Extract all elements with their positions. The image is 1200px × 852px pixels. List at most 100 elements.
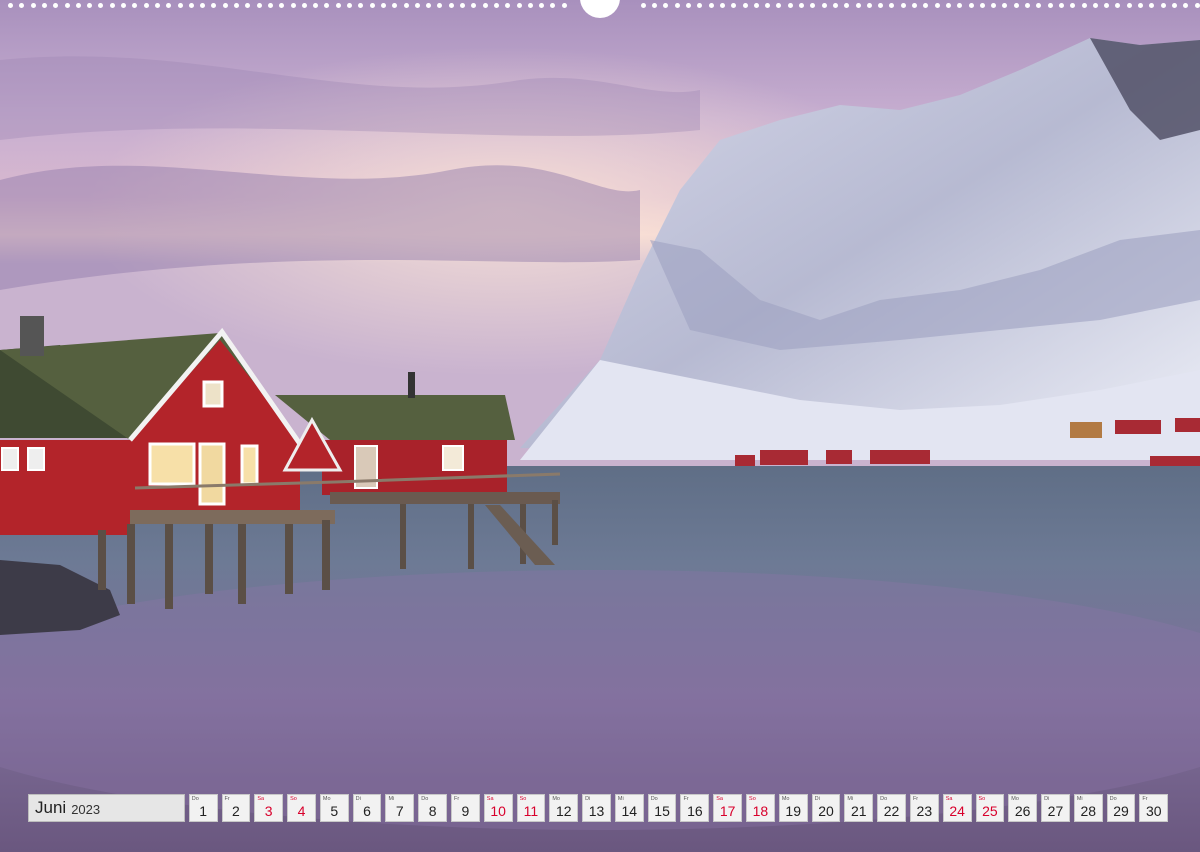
binding-dot — [1070, 3, 1076, 8]
binding-dot — [1171, 3, 1177, 8]
binding-dot — [380, 3, 386, 8]
day-cell: Mo 5 — [319, 794, 349, 822]
binding-dot — [1036, 3, 1042, 8]
day-number: 29 — [1113, 803, 1129, 819]
weekday-label: Fr — [224, 796, 230, 802]
day-number: 20 — [818, 803, 834, 819]
weekday-label: Sa — [945, 796, 953, 802]
weekday-label: Mo — [781, 796, 790, 802]
day-cell: Fr 30 — [1139, 794, 1169, 822]
binding-dot — [1160, 3, 1166, 8]
weekday-label: Mi — [1076, 796, 1083, 802]
binding-dot — [799, 3, 804, 8]
binding-dot — [652, 3, 658, 8]
weekday-label: So — [290, 796, 297, 802]
binding-dot — [561, 3, 567, 8]
binding-dot — [934, 3, 940, 8]
binding-dot — [324, 3, 330, 8]
binding-dot — [347, 3, 352, 8]
binding-dot — [64, 3, 70, 8]
binding-dot — [98, 3, 104, 8]
binding-dot — [437, 3, 443, 8]
binding-dot — [742, 3, 748, 8]
day-cell: Mi 21 — [844, 794, 874, 822]
day-cell: Do 22 — [877, 794, 906, 822]
day-number: 1 — [199, 803, 208, 819]
day-cell: Mi 14 — [614, 794, 644, 822]
binding-dot — [765, 3, 771, 8]
weekday-label: So — [519, 796, 527, 802]
binding-dot — [991, 3, 997, 8]
day-number: 7 — [395, 803, 404, 819]
weekday-label: Mo — [552, 796, 560, 802]
binding-dot — [211, 3, 217, 8]
binding-dot — [335, 3, 341, 8]
binding-dot — [1115, 3, 1121, 8]
binding-dot — [1092, 3, 1098, 8]
binding-dot — [471, 3, 477, 8]
binding-dot — [1013, 3, 1019, 8]
day-number: 16 — [687, 803, 703, 819]
binding-dot — [1194, 3, 1200, 8]
binding-dot — [753, 3, 759, 8]
binding-dot — [109, 3, 115, 8]
binding-dot — [957, 3, 963, 8]
binding-dot — [889, 3, 895, 8]
binding-dot — [550, 3, 556, 8]
day-number: 21 — [850, 803, 867, 819]
day-cell: Sa 3 — [254, 794, 284, 822]
day-number: 17 — [719, 803, 736, 819]
binding-dot — [19, 3, 25, 8]
weekday-label: Di — [355, 796, 361, 802]
binding-dot — [75, 3, 81, 8]
weekday-label: Do — [650, 796, 658, 802]
weekday-label: Fr — [1142, 796, 1148, 802]
weekday-label: Mi — [617, 796, 624, 802]
day-cell: Mo 12 — [549, 794, 579, 822]
day-number: 4 — [297, 803, 306, 819]
day-cell: Di 13 — [582, 794, 611, 822]
day-cell: Di 6 — [352, 794, 382, 822]
day-number: 8 — [428, 803, 437, 819]
binding-dot — [1047, 3, 1053, 8]
binding-dot — [448, 3, 454, 8]
binding-dot — [245, 3, 251, 8]
weekday-label: Mo — [322, 796, 331, 802]
binding-dot — [358, 3, 364, 8]
day-number: 19 — [785, 803, 801, 819]
weekday-label: Do — [880, 796, 888, 802]
binding-dot — [53, 3, 59, 8]
day-number: 14 — [621, 803, 638, 819]
binding-dot — [776, 3, 782, 8]
binding-dot — [866, 3, 872, 8]
binding-dot — [1025, 3, 1030, 8]
day-number: 27 — [1047, 803, 1064, 819]
month-calendar-strip: Juni 2023 Do 1 Fr 2 Sa 3 So 4 Mo 5 Di 6 Mi 7 Do 8 Fr 9 Sa 1… — [28, 794, 1172, 824]
calendar-page: Juni 2023 Do 1 Fr 2 Sa 3 So 4 Mo 5 Di 6 Mi 7 Do 8 Fr 9 Sa 1… — [0, 0, 1200, 852]
day-cell: Mo 26 — [1008, 794, 1038, 822]
day-cell: Di 20 — [811, 794, 841, 822]
day-number: 24 — [949, 803, 965, 819]
day-cell: Fr 16 — [680, 794, 710, 822]
day-number: 28 — [1080, 803, 1097, 819]
binding-dot — [923, 3, 929, 8]
binding-dot — [640, 3, 646, 8]
binding-dot — [708, 3, 714, 8]
day-number: 12 — [555, 803, 572, 819]
weekday-label: Do — [421, 796, 429, 802]
binding-dot — [731, 3, 737, 8]
spiral-binding — [0, 0, 1200, 18]
day-number: 5 — [330, 803, 339, 819]
weekday-label: Di — [814, 796, 820, 802]
binding-dot — [188, 3, 194, 8]
weekday-label: Di — [585, 796, 591, 802]
binding-dot — [1058, 3, 1064, 8]
binding-dot — [279, 3, 285, 8]
day-number: 22 — [883, 803, 900, 819]
day-cell: Sa 17 — [713, 794, 743, 822]
binding-dot — [414, 3, 420, 8]
binding-dot — [87, 3, 93, 8]
binding-dot — [200, 3, 206, 8]
binding-dot — [1002, 3, 1008, 8]
binding-dot — [968, 3, 974, 8]
